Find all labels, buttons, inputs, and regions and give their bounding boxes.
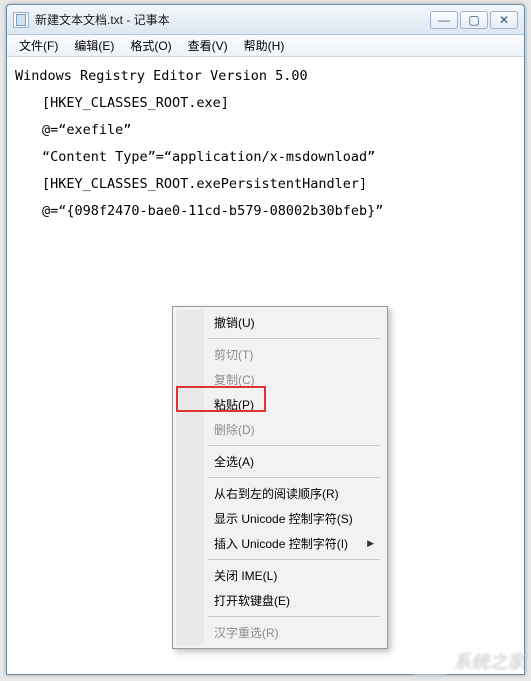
ctx-selectall-label: 全选(A) [214, 453, 254, 470]
ctx-insert-unicode[interactable]: 插入 Unicode 控制字符(I) [204, 531, 384, 556]
menubar: 文件(F) 编辑(E) 格式(O) 查看(V) 帮助(H) [7, 35, 524, 57]
ctx-separator [208, 616, 380, 617]
menu-view[interactable]: 查看(V) [180, 35, 236, 56]
editor-line: “Content Type”=“application/x-msdownload… [15, 149, 375, 165]
ctx-delete-label: 删除(D) [214, 421, 255, 438]
ctx-softkb-label: 打开软键盘(E) [214, 592, 290, 609]
ctx-separator [208, 559, 380, 560]
editor-line: @=“{098f2470-bae0-11cd-b579-08002b30bfeb… [15, 203, 383, 219]
notepad-icon [13, 12, 29, 28]
ctx-undo-label: 撤销(U) [214, 314, 255, 331]
minimize-button[interactable]: — [430, 11, 458, 29]
menu-help[interactable]: 帮助(H) [236, 35, 293, 56]
editor-line: @=“exefile” [15, 122, 131, 138]
ctx-rtl-label: 从右到左的阅读顺序(R) [214, 485, 339, 502]
maximize-button[interactable]: ▢ [460, 11, 488, 29]
menu-edit[interactable]: 编辑(E) [66, 35, 122, 56]
context-menu: 撤销(U) 剪切(T) 复制(C) 粘贴(P) 删除(D) 全选(A) 从右到左… [172, 306, 388, 649]
ctx-copy-label: 复制(C) [214, 371, 255, 388]
menu-file[interactable]: 文件(F) [11, 35, 66, 56]
ctx-hanzi-reselect: 汉字重选(R) [204, 620, 384, 645]
ctx-close-ime[interactable]: 关闭 IME(L) [204, 563, 384, 588]
ctx-soft-keyboard[interactable]: 打开软键盘(E) [204, 588, 384, 613]
editor-line: Windows Registry Editor Version 5.00 [15, 68, 308, 84]
window-title: 新建文本文档.txt - 记事本 [35, 11, 430, 28]
ctx-showuni-label: 显示 Unicode 控制字符(S) [214, 510, 353, 527]
titlebar[interactable]: 新建文本文档.txt - 记事本 — ▢ ✕ [7, 5, 524, 35]
window-buttons: — ▢ ✕ [430, 11, 518, 29]
ctx-show-unicode[interactable]: 显示 Unicode 控制字符(S) [204, 506, 384, 531]
ctx-delete: 删除(D) [204, 417, 384, 442]
menu-format[interactable]: 格式(O) [122, 35, 179, 56]
editor-line: [HKEY_CLASSES_ROOT.exe] [15, 95, 229, 111]
ctx-separator [208, 338, 380, 339]
ctx-undo[interactable]: 撤销(U) [204, 310, 384, 335]
ctx-cut-label: 剪切(T) [214, 346, 253, 363]
ctx-insuni-label: 插入 Unicode 控制字符(I) [214, 535, 348, 552]
editor-line: [HKEY_CLASSES_ROOT.exePersistentHandler] [15, 176, 367, 192]
ctx-copy: 复制(C) [204, 367, 384, 392]
ctx-closeime-label: 关闭 IME(L) [214, 567, 277, 584]
ctx-select-all[interactable]: 全选(A) [204, 449, 384, 474]
close-button[interactable]: ✕ [490, 11, 518, 29]
ctx-rtl-reading[interactable]: 从右到左的阅读顺序(R) [204, 481, 384, 506]
ctx-hanzi-label: 汉字重选(R) [214, 624, 279, 641]
ctx-paste-label: 粘贴(P) [214, 396, 254, 413]
ctx-separator [208, 445, 380, 446]
ctx-separator [208, 477, 380, 478]
ctx-paste[interactable]: 粘贴(P) [204, 392, 384, 417]
ctx-cut: 剪切(T) [204, 342, 384, 367]
